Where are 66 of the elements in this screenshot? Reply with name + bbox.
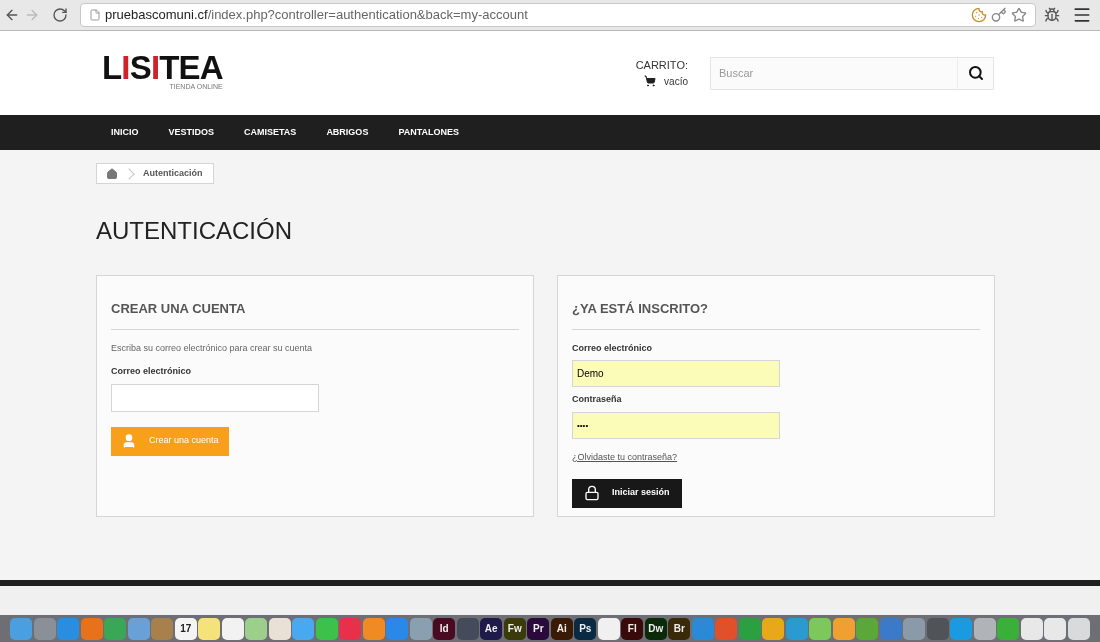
app-icon[interactable] bbox=[362, 617, 385, 640]
app-icon[interactable] bbox=[127, 617, 150, 640]
app-icon[interactable] bbox=[832, 617, 855, 640]
app-icon[interactable]: Dw bbox=[644, 617, 667, 640]
cart-icon[interactable] bbox=[644, 75, 657, 88]
cart-status: vacío bbox=[664, 74, 688, 89]
nav-link[interactable]: INICIO bbox=[96, 125, 154, 140]
menu-icon[interactable] bbox=[1072, 5, 1092, 25]
app-icon[interactable] bbox=[292, 617, 315, 640]
search-input[interactable]: Buscar bbox=[711, 57, 957, 89]
app-icon[interactable] bbox=[198, 617, 221, 640]
app-icon[interactable]: Ps bbox=[574, 617, 597, 640]
app-icon[interactable]: Pr bbox=[527, 617, 550, 640]
field-label: Contraseña bbox=[572, 393, 623, 406]
panel-title: CREAR UNA CUENTA bbox=[111, 299, 519, 330]
app-icon[interactable]: Fl bbox=[621, 617, 644, 640]
page-title: AUTENTICACIÓN bbox=[96, 216, 293, 246]
app-icon[interactable] bbox=[809, 617, 832, 640]
app-icon[interactable] bbox=[997, 617, 1020, 640]
intro-text: Escriba su correo electrónico para crear su cuenta bbox=[111, 341, 314, 355]
app-icon[interactable]: Br bbox=[668, 617, 691, 640]
app-icon[interactable] bbox=[1067, 617, 1090, 640]
nav-link[interactable]: VESTIDOS bbox=[153, 125, 230, 140]
app-icon[interactable] bbox=[221, 617, 244, 640]
url-text: pruebascomuni.cf/index.php?controller=authentication&back=my-account bbox=[105, 6, 528, 25]
email-field[interactable] bbox=[111, 383, 319, 412]
search-field[interactable]: Buscar bbox=[710, 56, 994, 90]
back-icon[interactable] bbox=[4, 7, 20, 23]
search-icon bbox=[967, 65, 984, 81]
app-icon[interactable] bbox=[268, 617, 291, 640]
lock-icon bbox=[584, 485, 600, 501]
star-icon[interactable] bbox=[1011, 7, 1027, 23]
cart-label: CARRITO: bbox=[635, 58, 688, 74]
key-icon[interactable] bbox=[991, 7, 1007, 23]
home-icon[interactable] bbox=[106, 167, 118, 180]
bug-icon[interactable] bbox=[1044, 7, 1060, 23]
app-icon[interactable] bbox=[597, 617, 620, 640]
app-icon[interactable]: Fw bbox=[503, 617, 526, 640]
field-label: Correo electrónico bbox=[111, 365, 193, 378]
login-button[interactable]: Iniciar sesión bbox=[572, 478, 682, 508]
user-icon bbox=[121, 433, 137, 449]
page-icon bbox=[89, 9, 101, 21]
cookie-icon[interactable] bbox=[971, 7, 987, 23]
app-icon[interactable] bbox=[315, 617, 338, 640]
nav-link[interactable]: ABRIGOS bbox=[311, 125, 384, 140]
app-icon[interactable] bbox=[1020, 617, 1043, 640]
reload-icon[interactable] bbox=[52, 7, 68, 23]
panel-title: ¿YA ESTÁ INSCRITO? bbox=[572, 299, 980, 330]
app-icon[interactable] bbox=[456, 617, 479, 640]
nav-link[interactable]: PANTALONES bbox=[383, 125, 475, 140]
app-icon[interactable]: Id bbox=[433, 617, 456, 640]
email-field[interactable]: Demo bbox=[572, 360, 780, 387]
app-icon[interactable]: Ae bbox=[480, 617, 503, 640]
breadcrumb-current: Autenticación bbox=[142, 166, 204, 180]
forgot-password-link[interactable]: ¿Olvidaste tu contraseña? bbox=[572, 450, 678, 464]
field-label: Correo electrónico bbox=[572, 341, 654, 355]
app-icon[interactable] bbox=[245, 617, 268, 640]
app-icon[interactable] bbox=[409, 617, 432, 640]
nav-link[interactable]: CAMISETAS bbox=[229, 125, 312, 140]
address-bar[interactable]: pruebascomuni.cf/index.php?controller=authentication&back=my-account bbox=[80, 3, 1036, 27]
app-icon[interactable]: 17 bbox=[174, 617, 197, 640]
app-icon[interactable] bbox=[1044, 617, 1067, 640]
app-icon[interactable] bbox=[973, 617, 996, 640]
app-icon[interactable]: Ai bbox=[550, 617, 573, 640]
password-field[interactable]: •••• bbox=[572, 411, 780, 439]
app-icon[interactable] bbox=[762, 617, 785, 640]
